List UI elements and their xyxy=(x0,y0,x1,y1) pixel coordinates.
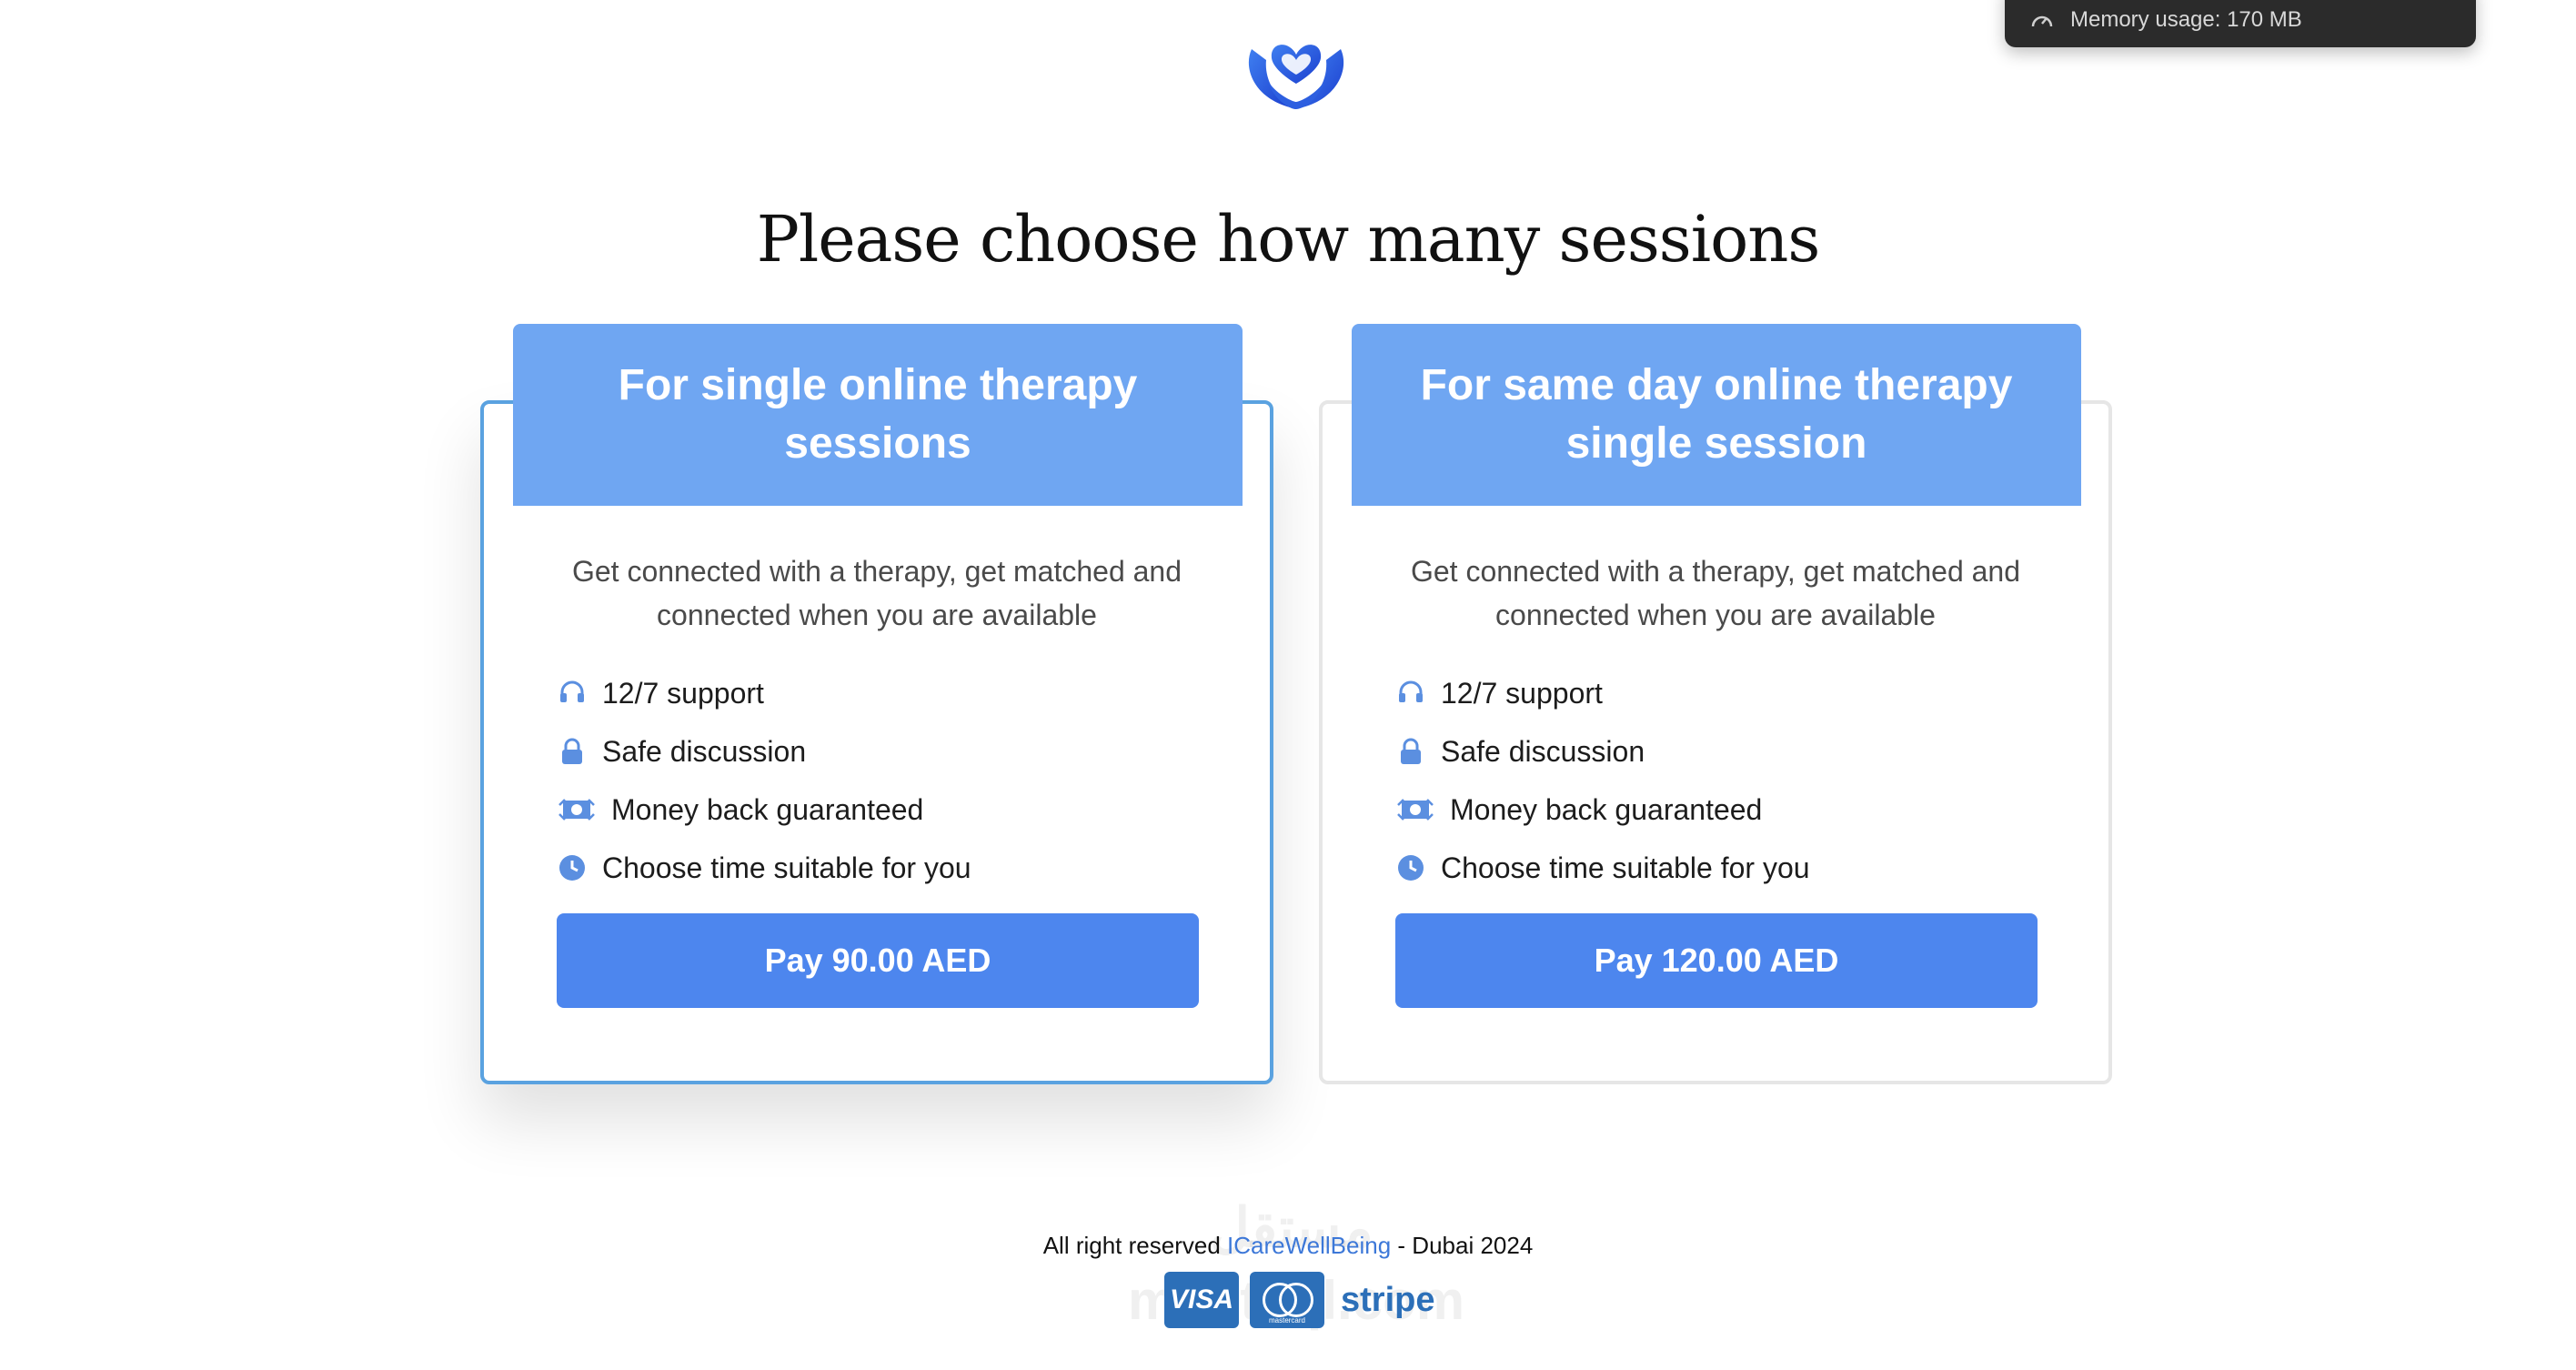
footer-prefix: All right reserved xyxy=(1042,1232,1228,1259)
money-exchange-icon xyxy=(557,794,597,825)
clock-icon xyxy=(557,852,588,883)
memory-usage-text: Memory usage: 170 MB xyxy=(2070,7,2302,32)
visa-logo: VISA xyxy=(1164,1272,1239,1328)
mastercard-logo: mastercard xyxy=(1250,1272,1324,1328)
money-exchange-icon xyxy=(1395,794,1435,825)
feature-label: Money back guaranteed xyxy=(1450,792,1763,826)
feature-item: Safe discussion xyxy=(1395,722,1810,781)
memory-usage-popup: Memory usage: 170 MB xyxy=(2005,0,2476,47)
feature-item: 12/7 support xyxy=(557,664,971,722)
pay-button[interactable]: Pay 90.00 AED xyxy=(557,913,1199,1008)
feature-label: Choose time suitable for you xyxy=(1441,851,1810,884)
brand-link[interactable]: ICareWellBeing xyxy=(1227,1232,1391,1259)
feature-list: 12/7 support Safe discussion Money back … xyxy=(557,664,971,897)
footer-suffix: - Dubai 2024 xyxy=(1391,1232,1534,1259)
feature-label: Choose time suitable for you xyxy=(602,851,971,884)
feature-item: Money back guaranteed xyxy=(557,781,971,839)
feature-item: Safe discussion xyxy=(557,722,971,781)
plan-card-header: For same day online therapy single sessi… xyxy=(1352,324,2081,506)
lock-icon xyxy=(557,736,588,767)
page-title: Please choose how many sessions xyxy=(756,202,1821,277)
payment-methods: VISA mastercard stripe xyxy=(1164,1272,1434,1328)
plan-description: Get connected with a therapy, get matche… xyxy=(1410,555,2021,631)
feature-item: Choose time suitable for you xyxy=(1395,839,1810,897)
feature-item: Choose time suitable for you xyxy=(557,839,971,897)
logo-heart-hands-icon xyxy=(1248,45,1344,109)
plan-description: Get connected with a therapy, get matche… xyxy=(571,555,1182,631)
headset-icon xyxy=(1395,678,1426,709)
feature-label: 12/7 support xyxy=(1441,676,1603,710)
lock-icon xyxy=(1395,736,1426,767)
mastercard-label: mastercard xyxy=(1268,1316,1305,1325)
feature-label: Safe discussion xyxy=(602,734,807,768)
feature-label: 12/7 support xyxy=(602,676,764,710)
feature-item: 12/7 support xyxy=(1395,664,1810,722)
footer: All right reserved ICareWellBeing - Duba… xyxy=(0,1232,2576,1260)
feature-item: Money back guaranteed xyxy=(1395,781,1810,839)
clock-icon xyxy=(1395,852,1426,883)
pay-button[interactable]: Pay 120.00 AED xyxy=(1395,913,2038,1008)
feature-label: Money back guaranteed xyxy=(611,792,924,826)
plan-card-header: For single online therapy sessions xyxy=(513,324,1243,506)
headset-icon xyxy=(557,678,588,709)
stripe-logo: stripe xyxy=(1341,1280,1435,1319)
feature-label: Safe discussion xyxy=(1441,734,1645,768)
speedometer-icon xyxy=(2031,15,2053,27)
feature-list: 12/7 support Safe discussion Money back … xyxy=(1395,664,1810,897)
